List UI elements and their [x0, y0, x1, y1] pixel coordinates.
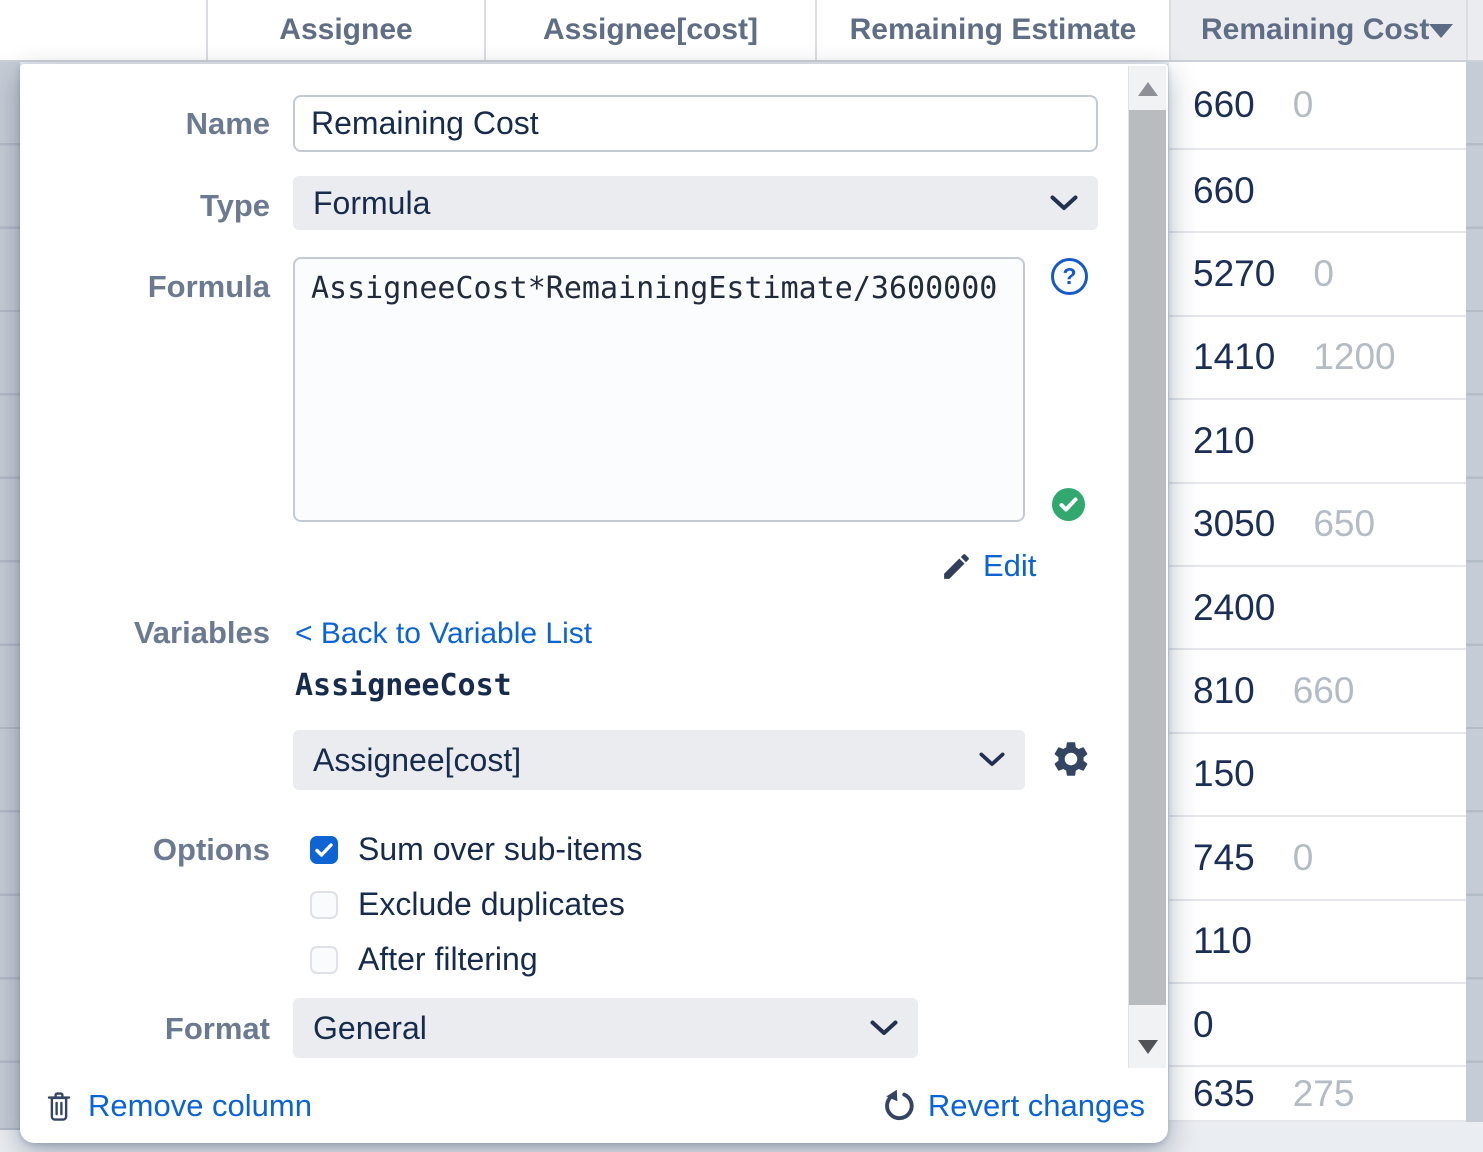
pencil-icon: [940, 550, 973, 583]
header-cell-assignee-cost[interactable]: Assignee[cost]: [484, 0, 815, 60]
option-label: After filtering: [358, 941, 538, 978]
revert-icon: [880, 1088, 916, 1124]
header-cell-empty: [0, 0, 206, 60]
cell-secondary-value: 0: [1293, 84, 1314, 126]
column-config-panel: Name Type Formula Variables Options Form…: [20, 64, 1168, 1143]
cell-value: 5270: [1193, 253, 1275, 295]
cell-value: 810: [1193, 670, 1255, 712]
variables-label: Variables: [20, 615, 270, 651]
panel-scrollbar[interactable]: [1128, 66, 1166, 1068]
variable-settings-button[interactable]: [1050, 738, 1092, 780]
revert-changes-button[interactable]: Revert changes: [880, 1088, 1145, 1124]
cell-value: 660: [1193, 84, 1255, 126]
cell-secondary-value: 275: [1293, 1073, 1355, 1115]
option-sum-over-sub-items[interactable]: Sum over sub-items: [310, 831, 643, 868]
revert-changes-label: Revert changes: [928, 1088, 1145, 1124]
format-label: Format: [20, 1011, 270, 1047]
name-input[interactable]: [293, 95, 1098, 152]
formula-help-icon[interactable]: ?: [1051, 258, 1088, 295]
dimmed-table-left-strip: [0, 62, 20, 1130]
table-row[interactable]: 810 660: [1169, 650, 1466, 733]
variable-select-value: Assignee[cost]: [313, 742, 521, 779]
cell-value: 150: [1193, 753, 1255, 795]
checkbox-unchecked-icon[interactable]: [310, 891, 338, 919]
cell-secondary-value: 1200: [1313, 336, 1395, 378]
cell-value: 3050: [1193, 503, 1275, 545]
cell-value: 110: [1193, 920, 1252, 962]
option-label: Sum over sub-items: [358, 831, 643, 868]
scrollbar-down-arrow-icon[interactable]: [1138, 1040, 1158, 1054]
type-select-value: Formula: [313, 185, 430, 222]
table-row[interactable]: 635 275: [1169, 1067, 1466, 1122]
back-to-variable-list-link[interactable]: < Back to Variable List: [295, 617, 592, 651]
table-row[interactable]: 660: [1169, 150, 1466, 233]
table-row[interactable]: 0: [1169, 984, 1466, 1067]
scrollbar-up-arrow-icon[interactable]: [1138, 82, 1158, 96]
column-title: Assignee[cost]: [543, 13, 758, 47]
formula-valid-icon: [1052, 488, 1085, 521]
cell-value: 745: [1193, 837, 1255, 879]
format-select-value: General: [313, 1010, 427, 1047]
option-after-filtering[interactable]: After filtering: [310, 941, 538, 978]
variable-mapping-select[interactable]: Assignee[cost]: [293, 730, 1025, 790]
checkbox-unchecked-icon[interactable]: [310, 946, 338, 974]
cell-secondary-value: 0: [1293, 837, 1314, 879]
header-cell-assignee[interactable]: Assignee: [206, 0, 484, 60]
scrollbar-thumb[interactable]: [1129, 110, 1166, 1005]
cell-value: 0: [1193, 1004, 1214, 1046]
cell-secondary-value: 650: [1313, 503, 1375, 545]
option-label: Exclude duplicates: [358, 886, 625, 923]
type-select[interactable]: Formula: [293, 176, 1098, 230]
column-title: Remaining Cost: [1201, 13, 1429, 47]
name-label: Name: [20, 106, 270, 142]
option-exclude-duplicates[interactable]: Exclude duplicates: [310, 886, 625, 923]
column-title: Assignee: [279, 13, 412, 47]
dimmed-table-right-strip: [1466, 62, 1483, 1122]
chevron-down-icon: [870, 1020, 898, 1037]
cell-secondary-value: 0: [1313, 253, 1334, 295]
cell-secondary-value: 660: [1293, 670, 1355, 712]
table-row[interactable]: 1410 1200: [1169, 317, 1466, 400]
cell-value: 635: [1193, 1073, 1255, 1115]
checkbox-checked-icon[interactable]: [310, 836, 338, 864]
edit-formula-link[interactable]: Edit: [940, 548, 1036, 584]
chevron-down-icon: [1050, 195, 1078, 212]
edit-link-label: Edit: [983, 548, 1036, 584]
table-row[interactable]: 110: [1169, 901, 1466, 984]
table-row[interactable]: 660 0: [1169, 62, 1466, 150]
remaining-cost-column: 660 0 660 5270 0 1410 1200 210 3050 650 2400…: [1169, 62, 1466, 1122]
cell-value: 210: [1193, 420, 1255, 462]
table-row[interactable]: 5270 0: [1169, 233, 1466, 316]
column-title: Remaining Estimate: [850, 13, 1137, 47]
remove-column-label: Remove column: [88, 1088, 312, 1124]
type-label: Type: [20, 188, 270, 224]
table-row[interactable]: 745 0: [1169, 817, 1466, 900]
table-row[interactable]: 3050 650: [1169, 484, 1466, 567]
options-label: Options: [20, 832, 270, 868]
table-header-row: Assignee Assignee[cost] Remaining Estima…: [0, 0, 1483, 62]
chevron-down-icon: [979, 752, 1005, 768]
formula-label: Formula: [20, 269, 270, 305]
formula-textarea[interactable]: AssigneeCost*RemainingEstimate/3600000: [293, 257, 1025, 522]
gear-icon: [1050, 738, 1092, 780]
table-row[interactable]: 150: [1169, 734, 1466, 817]
table-row[interactable]: 2400: [1169, 567, 1466, 650]
table-row[interactable]: 210: [1169, 400, 1466, 483]
sort-desc-icon: [1429, 24, 1453, 38]
trash-icon: [44, 1088, 74, 1124]
cell-value: 2400: [1193, 587, 1275, 629]
cell-value: 660: [1193, 170, 1255, 212]
header-cell-next-clipped: [1466, 0, 1483, 60]
remove-column-button[interactable]: Remove column: [44, 1088, 312, 1124]
header-cell-remaining-estimate[interactable]: Remaining Estimate: [815, 0, 1169, 60]
header-cell-remaining-cost[interactable]: Remaining Cost: [1169, 0, 1466, 60]
cell-value: 1410: [1193, 336, 1275, 378]
format-select[interactable]: General: [293, 998, 918, 1058]
variable-name: AssigneeCost: [295, 668, 512, 703]
